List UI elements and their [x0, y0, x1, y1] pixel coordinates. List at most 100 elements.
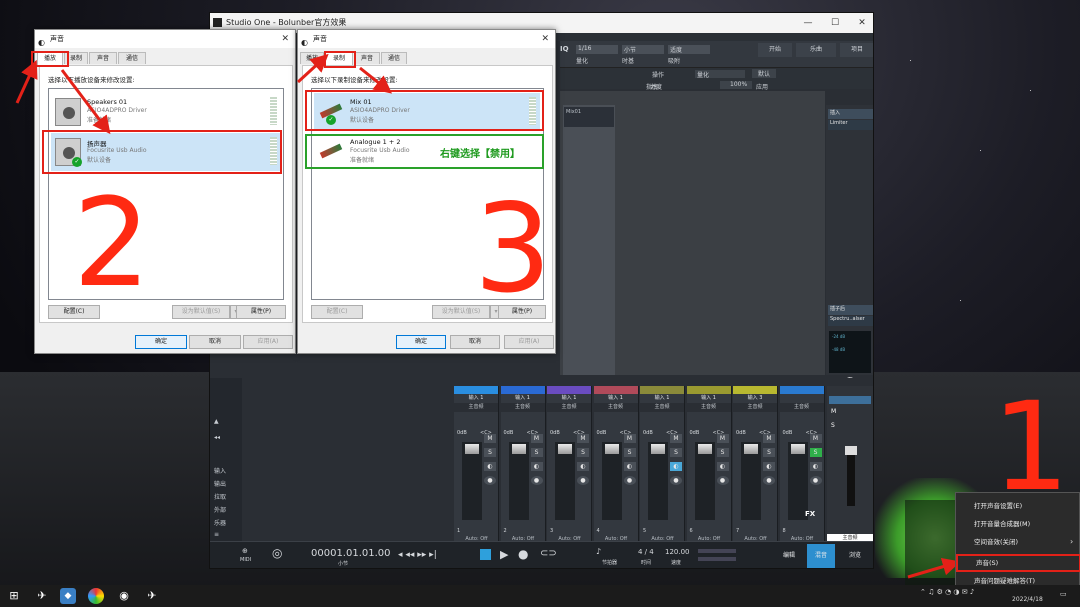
solo-button[interactable]: S	[763, 448, 775, 457]
ok-button[interactable]: 确定	[396, 335, 446, 349]
record-arm-button[interactable]: ●	[670, 476, 682, 485]
mute-button[interactable]: M	[530, 434, 543, 443]
tray-icons[interactable]: ⌃ ♫ ⚙ ◔ ◑ ✉ ♪	[920, 588, 974, 596]
mute-button[interactable]: M	[716, 434, 729, 443]
open-volume-mixer-item[interactable]: 打开音量合成器(M)	[956, 515, 1080, 533]
limiter-plugin[interactable]: Limiter	[828, 120, 873, 130]
channel-db[interactable]: 0dB	[736, 430, 746, 436]
nav-chevron-icon[interactable]: ▲	[214, 418, 219, 425]
nav-output[interactable]: 输出	[214, 479, 226, 488]
tab-playback[interactable]: 播放	[300, 52, 324, 64]
track-header[interactable]: Mix01	[564, 107, 614, 127]
record-arm-button[interactable]: ●	[623, 476, 636, 485]
solo-button[interactable]: S	[809, 448, 822, 457]
solo-button[interactable]: S	[577, 448, 589, 457]
mute-button[interactable]: M	[670, 434, 682, 443]
channel-route[interactable]: 主音频	[733, 403, 777, 412]
browse-button[interactable]: 浏览	[841, 544, 869, 568]
app-icon[interactable]: ✈	[144, 588, 160, 604]
channel-route[interactable]: 主音频	[500, 403, 545, 412]
insert-header[interactable]: 插入	[828, 109, 873, 119]
main-channel-tools[interactable]	[829, 396, 871, 404]
nav-external[interactable]: 外部	[214, 505, 226, 514]
nav-pull[interactable]: 拉取	[214, 492, 226, 501]
notification-icon[interactable]: ▭	[1060, 590, 1067, 598]
mixer-channel[interactable]: 主音频0dB<C>MS◐●8Auto: Off混响	[779, 386, 825, 552]
monitor-button[interactable]: ◐	[530, 462, 543, 471]
mixer-channel[interactable]: 输入 1主音频0dB<C>MS◐●6Auto: Off主唱问题	[686, 386, 732, 552]
cancel-button[interactable]: 取消	[189, 335, 241, 349]
post-insert-header[interactable]: 插子后	[828, 305, 873, 315]
mix-button[interactable]: 混音	[807, 544, 835, 568]
monitor-button[interactable]: ◐	[809, 462, 822, 471]
mute-button[interactable]: M	[484, 434, 496, 443]
solo-button[interactable]: S	[670, 448, 682, 457]
open-sound-settings-item[interactable]: 打开声音设置(E)	[956, 497, 1080, 515]
mute-button[interactable]: M	[623, 434, 636, 443]
quantize-select[interactable]: 1/16	[576, 45, 618, 54]
channel-db[interactable]: 0dB	[690, 430, 700, 436]
close-icon[interactable]: ✕	[281, 30, 289, 48]
spectrum-plugin[interactable]: Spectru..alser	[828, 316, 873, 326]
set-default-button[interactable]: 设为默认值(S)	[172, 305, 230, 319]
channel-fader-cap[interactable]	[697, 444, 712, 454]
device-item[interactable]: Speakers 01 ASIO4ADPRO Driver 准备就绪	[51, 93, 281, 131]
channel-fader-cap[interactable]	[604, 444, 619, 454]
apply-button[interactable]: 应用(A)	[504, 335, 554, 349]
channel-fader-cap[interactable]	[558, 444, 572, 454]
mute-button[interactable]: M	[809, 434, 822, 443]
channel-input[interactable]: 输入 1	[687, 394, 731, 403]
inspector-apply[interactable]: 应用	[756, 82, 768, 91]
channel-fader-cap[interactable]	[744, 444, 758, 454]
channel-db[interactable]: 0dB	[550, 430, 560, 436]
mixer-channel[interactable]: 输入 1主音频0dB<C>MS◐●3Auto: Off电吉他	[547, 386, 592, 552]
minimize-button[interactable]: —	[795, 13, 821, 33]
mixer-channel[interactable]: 输入 3主音频0dB<C>MS◐●7Auto: Off音乐	[733, 386, 778, 552]
snap-select[interactable]: 适度	[668, 45, 710, 54]
channel-route[interactable]: 主音频	[547, 403, 591, 412]
edit-button[interactable]: 编辑	[775, 544, 803, 568]
monitor-button[interactable]: ◐	[623, 462, 636, 471]
volume-slider[interactable]	[698, 549, 736, 553]
cancel-button[interactable]: 取消	[450, 335, 500, 349]
sounds-item[interactable]: 声音(S)	[956, 554, 1080, 572]
mixer-channel[interactable]: 输入 1主音频0dB<C>MS◐●5Auto: Off鼓贝音	[640, 386, 685, 552]
record-button[interactable]: ●	[518, 547, 528, 561]
channel-fader-cap[interactable]	[511, 444, 526, 454]
solo-button[interactable]: S	[716, 448, 729, 457]
start-button[interactable]: 开始	[758, 43, 792, 57]
project-button[interactable]: 项目	[840, 43, 873, 57]
mute-button[interactable]: M	[763, 434, 775, 443]
record-arm-button[interactable]: ●	[484, 476, 496, 485]
taskbar-date[interactable]: 2022/4/18	[1012, 596, 1043, 603]
mixer-channel[interactable]: 输入 1主音频0dB<C>MS◐●4Auto: Off鼓组	[593, 386, 639, 552]
position-display[interactable]: 00001.01.01.00	[311, 548, 391, 559]
channel-fader-cap[interactable]	[651, 444, 665, 454]
tempo-display[interactable]: 120.00	[665, 548, 690, 556]
channel-fader-cap[interactable]	[465, 444, 479, 454]
channel-db[interactable]: 0dB	[597, 430, 607, 436]
record-arm-button[interactable]: ●	[530, 476, 543, 485]
track-lane[interactable]	[563, 105, 615, 375]
app-icon[interactable]: ✈	[34, 588, 50, 604]
app-icon[interactable]: ◆	[60, 588, 76, 604]
channel-input[interactable]: 输入 1	[501, 394, 545, 403]
channel-route[interactable]: 主音频	[593, 403, 638, 412]
metronome-icon[interactable]: ♪	[596, 547, 601, 556]
monitor-button[interactable]: ◐	[484, 462, 496, 471]
timebase-select[interactable]: 小节	[622, 45, 664, 54]
nav-menu-icon[interactable]: ≡	[214, 531, 219, 538]
channel-input[interactable]: 输入 1	[594, 394, 638, 403]
solo-button[interactable]: S	[623, 448, 636, 457]
channel-input[interactable]: 输入 1	[454, 394, 498, 403]
record-arm-button[interactable]: ●	[763, 476, 775, 485]
main-fader-cap[interactable]	[845, 446, 857, 455]
channel-fader-cap[interactable]	[790, 444, 805, 454]
velocity-value[interactable]: 100%	[720, 81, 752, 89]
transport-controls[interactable]: ◂ ◂◂ ▸▸ ▸|	[398, 550, 437, 560]
record-arm-button[interactable]: ●	[716, 476, 729, 485]
spatial-sound-item[interactable]: 空间音效(关闭)	[956, 533, 1080, 551]
channel-route[interactable]: 主音频	[779, 403, 824, 412]
mute-button[interactable]: M	[577, 434, 589, 443]
apply-button[interactable]: 应用(A)	[243, 335, 293, 349]
